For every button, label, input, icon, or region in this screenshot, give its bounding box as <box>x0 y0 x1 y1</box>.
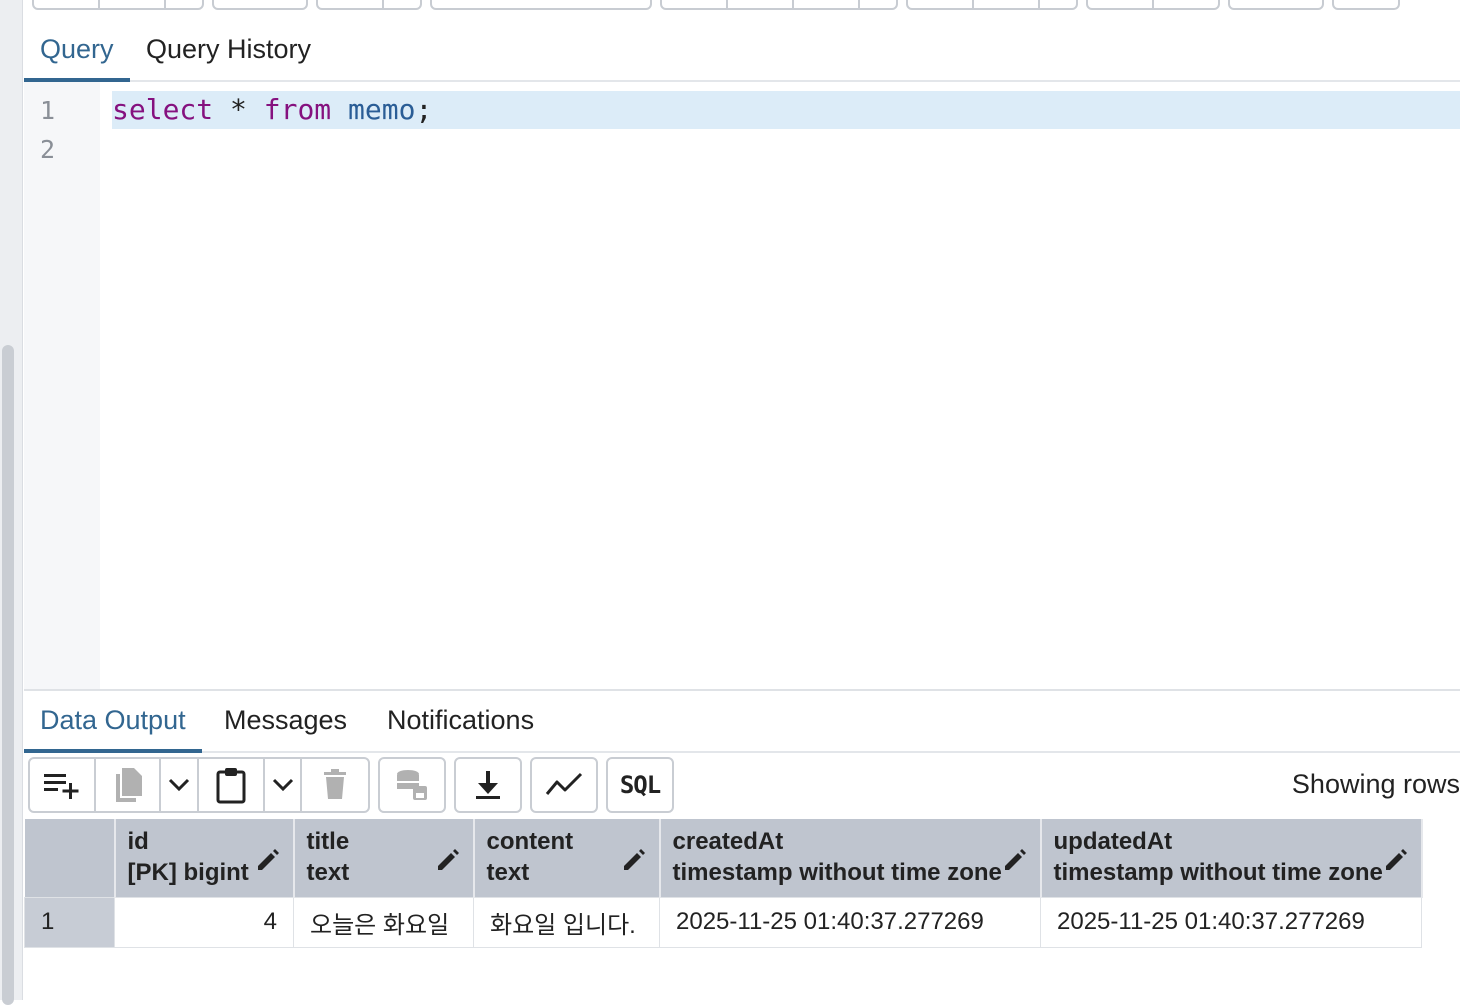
column-header-title[interactable]: title text <box>293 819 475 897</box>
download-group <box>454 757 522 813</box>
cell-id[interactable]: 4 <box>114 896 294 948</box>
view-sql-button[interactable]: SQL <box>608 759 672 811</box>
toolbar-group-1[interactable] <box>32 0 204 10</box>
edit-pencil-icon[interactable] <box>435 847 461 873</box>
sql-semicolon: ; <box>415 93 433 126</box>
chevron-down-icon <box>272 778 293 792</box>
output-tabs: Data Output Messages Notifications <box>24 691 1460 753</box>
top-toolbar <box>24 0 1460 14</box>
line-number: 2 <box>40 135 56 164</box>
copy-button[interactable] <box>96 759 162 811</box>
column-header-updatedat[interactable]: updatedAt timestamp without time zone <box>1040 819 1423 897</box>
sql-code[interactable]: select * from memo; <box>112 92 432 128</box>
paste-button[interactable] <box>199 759 265 811</box>
toolbar-group-4[interactable] <box>660 0 898 10</box>
sql-icon: SQL <box>619 771 661 799</box>
sql-keyword-select: select <box>112 93 214 126</box>
toolbar-divider <box>972 0 974 8</box>
showing-rows-text: Showing rows <box>1291 769 1460 799</box>
line-number: 1 <box>40 96 56 125</box>
data-output-toolbar: SQL Showing rows <box>24 753 1460 817</box>
sql-group: SQL <box>606 757 674 813</box>
toolbar-divider <box>382 0 384 8</box>
copy-options-dropdown[interactable] <box>161 759 199 811</box>
column-type: timestamp without time zone <box>1053 859 1383 886</box>
copy-icon <box>116 768 143 802</box>
line-number-gutter: 1 2 <box>24 82 100 689</box>
cell-content[interactable]: 화요일 입니다. <box>473 896 660 948</box>
query-tabs: Query Query History <box>24 20 1460 82</box>
download-icon <box>476 771 500 799</box>
edit-pencil-icon[interactable] <box>621 847 647 873</box>
toolbar-group-5[interactable] <box>906 0 1078 10</box>
graph-icon <box>545 772 583 795</box>
cell-updatedat[interactable]: 2025-11-25 01:40:37.277269 <box>1040 896 1422 948</box>
sql-keyword-from: from <box>263 93 332 126</box>
toolbar-select[interactable] <box>430 0 652 10</box>
delete-row-button[interactable] <box>302 759 368 811</box>
grid-header-row: id [PK] bigint title text content text c… <box>24 819 1423 897</box>
tab-query[interactable]: Query <box>24 32 130 82</box>
download-button[interactable] <box>456 759 520 811</box>
save-group <box>378 757 446 813</box>
toolbar-divider <box>1152 0 1154 8</box>
tab-data-output[interactable]: Data Output <box>24 703 202 753</box>
graph-group <box>530 757 598 813</box>
add-row-button[interactable] <box>30 759 96 811</box>
toolbar-group-8[interactable] <box>1332 0 1400 10</box>
edit-pencil-icon[interactable] <box>1383 847 1409 873</box>
graph-visualiser-button[interactable] <box>532 759 596 811</box>
column-name: createdAt <box>672 828 784 855</box>
edit-button-group <box>28 757 370 813</box>
chevron-down-icon <box>169 778 190 792</box>
column-header-id[interactable]: id [PK] bigint <box>114 819 295 897</box>
left-scrollbar[interactable] <box>2 345 14 1005</box>
cell-createdat[interactable]: 2025-11-25 01:40:37.277269 <box>659 896 1041 948</box>
toolbar-group-3[interactable] <box>316 0 422 10</box>
column-header-content[interactable]: content text <box>473 819 661 897</box>
tab-notifications[interactable]: Notifications <box>371 703 550 749</box>
sql-star: * <box>230 93 247 126</box>
column-name: updatedAt <box>1053 828 1173 855</box>
save-data-button[interactable] <box>380 759 444 811</box>
toolbar-group-2[interactable] <box>212 0 308 10</box>
toolbar-divider <box>726 0 728 8</box>
toolbar-divider <box>98 0 100 8</box>
table-row[interactable]: 1 4 오늘은 화요일 화요일 입니다. 2025-11-25 01:40:37… <box>24 896 1422 948</box>
paste-icon <box>216 768 246 804</box>
toolbar-divider <box>792 0 794 8</box>
sql-table-name: memo <box>348 93 416 126</box>
tab-query-history[interactable]: Query History <box>130 32 327 78</box>
edit-pencil-icon[interactable] <box>1002 847 1028 873</box>
sql-editor[interactable]: 1 2 select * from memo; <box>24 82 1460 689</box>
paste-options-dropdown[interactable] <box>265 759 303 811</box>
add-row-icon <box>43 774 79 799</box>
toolbar-divider <box>1038 0 1040 8</box>
cell-title[interactable]: 오늘은 화요일 <box>293 896 474 948</box>
left-panel-edge <box>0 0 23 1005</box>
tab-messages[interactable]: Messages <box>208 703 363 749</box>
toolbar-divider <box>858 0 860 8</box>
toolbar-group-7[interactable] <box>1228 0 1324 10</box>
save-data-icon <box>397 770 427 800</box>
column-header-createdat[interactable]: createdAt timestamp without time zone <box>659 819 1042 897</box>
data-grid: id [PK] bigint title text content text c… <box>24 819 1423 948</box>
select-all-cell[interactable] <box>24 819 116 897</box>
delete-icon <box>324 769 347 799</box>
column-type: timestamp without time zone <box>672 859 1002 886</box>
edit-pencil-icon[interactable] <box>255 847 281 873</box>
row-number-cell[interactable]: 1 <box>24 896 115 948</box>
toolbar-divider <box>164 0 166 8</box>
